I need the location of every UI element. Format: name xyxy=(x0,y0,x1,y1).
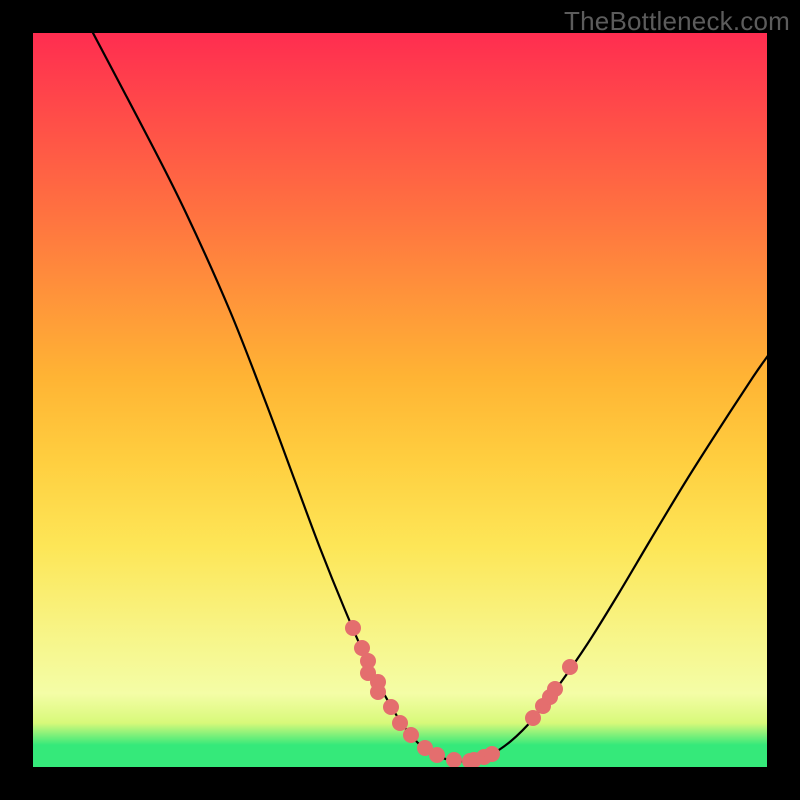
data-marker xyxy=(403,727,419,743)
data-marker xyxy=(562,659,578,675)
chart-svg xyxy=(33,33,767,767)
data-marker xyxy=(446,752,462,767)
marker-group xyxy=(345,620,578,767)
data-marker xyxy=(484,746,500,762)
bottleneck-curve xyxy=(93,33,767,761)
data-marker xyxy=(370,684,386,700)
data-marker xyxy=(547,681,563,697)
data-marker xyxy=(345,620,361,636)
data-marker xyxy=(429,747,445,763)
chart-frame: TheBottleneck.com xyxy=(0,0,800,800)
plot-area xyxy=(33,33,767,767)
data-marker xyxy=(392,715,408,731)
data-marker xyxy=(383,699,399,715)
